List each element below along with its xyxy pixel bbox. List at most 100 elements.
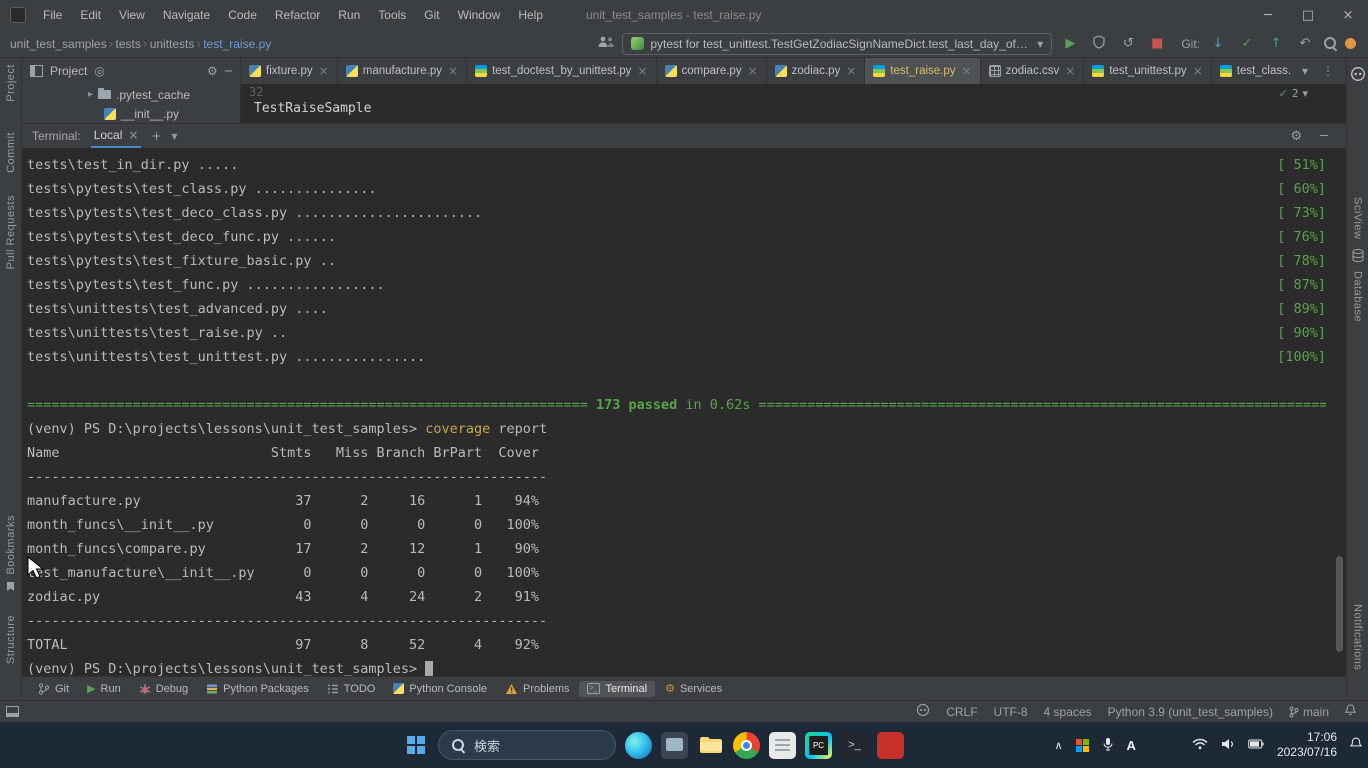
notification-bell-icon[interactable] [1350,737,1362,753]
tool-window-button-python-packages[interactable]: Python Packages [198,681,317,697]
breadcrumb-item[interactable]: test_raise.py [203,37,271,51]
menu-code[interactable]: Code [219,8,266,22]
sidebar-item-database[interactable]: Database [1352,271,1364,322]
microphone-icon[interactable] [1102,737,1114,754]
indent-indicator[interactable]: 4 spaces [1044,705,1092,719]
breadcrumb-item[interactable]: unittests [150,37,195,51]
app-logo-icon[interactable] [10,7,26,23]
tool-window-button-todo[interactable]: TODO [319,681,384,697]
terminal-tab-local[interactable]: Local × [91,124,142,148]
tool-window-button-python-console[interactable]: Python Console [385,681,495,697]
volume-icon[interactable] [1221,738,1235,753]
users-icon[interactable] [597,35,615,52]
search-everywhere-icon[interactable] [1323,36,1338,51]
sidebar-item-notifications[interactable]: Notifications [1352,604,1364,670]
terminal-settings-gear-icon[interactable]: ⚙ [1291,129,1303,144]
new-terminal-session-icon[interactable]: + [151,129,161,143]
stop-button[interactable]: ■ [1146,36,1168,51]
close-tab-icon[interactable]: × [846,64,856,78]
menu-tools[interactable]: Tools [369,8,415,22]
rollback-icon[interactable]: ↶ [1294,36,1316,51]
editor-tab[interactable]: test_doctest_by_unittest.py× [467,58,656,84]
tree-item[interactable]: ▸.pytest_cache [22,85,240,104]
editor-tab[interactable]: test_unittest.py× [1084,58,1211,84]
tool-window-button-git[interactable]: Git [30,681,77,697]
sidebar-item-bookmarks[interactable]: Bookmarks [5,515,17,575]
locate-file-icon[interactable]: ◎ [94,64,104,78]
wifi-icon[interactable] [1192,738,1208,753]
sidebar-item-commit[interactable]: Commit [5,132,17,173]
copilot-status-icon[interactable] [916,703,930,720]
close-tab-icon[interactable]: × [637,64,647,78]
inspection-widget[interactable]: ✓ 2 ▾ [1279,87,1308,100]
minimize-button[interactable]: ─ [1248,0,1288,30]
tray-expand-icon[interactable]: ∧ [1054,739,1062,752]
copilot-icon[interactable] [1350,66,1366,85]
commit-icon[interactable]: ✓ [1236,36,1258,51]
menu-git[interactable]: Git [415,8,448,22]
close-tab-icon[interactable]: × [748,64,758,78]
hide-terminal-icon[interactable]: ─ [1320,129,1328,144]
run-with-coverage-icon[interactable] [1088,35,1110,52]
update-project-icon[interactable]: ↓ [1207,36,1229,51]
terminal-output[interactable]: tests\test_in_dir.py .....[ 51%]tests\py… [22,148,1346,676]
menu-help[interactable]: Help [509,8,552,22]
sidebar-item-structure[interactable]: Structure [5,615,17,664]
tool-window-button-debug[interactable]: Debug [131,681,196,697]
editor-tab[interactable]: compare.py× [657,58,767,84]
tray-clock[interactable]: 17:06 2023/07/16 [1277,730,1337,760]
pycharm-icon[interactable] [805,732,832,759]
terminal-dropdown-icon[interactable]: ▾ [172,129,178,143]
menu-run[interactable]: Run [329,8,369,22]
tool-window-button-terminal[interactable]: Terminal [579,681,655,697]
tabs-dropdown-icon[interactable]: ▾ [1302,64,1308,78]
close-button[interactable]: × [1328,0,1368,30]
line-ending-indicator[interactable]: CRLF [946,705,977,719]
sidebar-item-pull-requests[interactable]: Pull Requests [5,195,17,269]
bell-icon[interactable] [1345,704,1356,719]
menu-navigate[interactable]: Navigate [154,8,219,22]
push-icon[interactable]: ↑ [1265,36,1287,51]
tool-window-button-services[interactable]: ⚙Services [657,680,730,697]
menu-refactor[interactable]: Refactor [266,8,329,22]
virtual-desktop-icon[interactable] [661,732,688,759]
tree-item[interactable]: __init__.py [22,104,240,123]
editor-tab[interactable]: zodiac.csv× [981,58,1085,84]
rerun-icon[interactable]: ↺ [1117,36,1139,51]
notes-app-icon[interactable] [769,732,796,759]
encoding-indicator[interactable]: UTF-8 [994,705,1028,719]
ime-indicator[interactable]: A [1127,738,1136,753]
code-editor[interactable]: 32 TestRaiseSample ✓ 2 ▾ [241,84,1346,123]
menu-file[interactable]: File [34,8,71,22]
editor-tab[interactable]: test_class.py× [1212,58,1290,84]
breadcrumb-item[interactable]: unit_test_samples [10,37,107,51]
editor-tab[interactable]: zodiac.py× [767,58,866,84]
git-branch-widget[interactable]: main [1289,705,1329,719]
sidebar-item-project[interactable]: Project [5,64,17,102]
tool-window-button-problems[interactable]: Problems [497,681,577,697]
editor-tab[interactable]: manufacture.py× [338,58,467,84]
layout-widget-icon[interactable] [6,706,19,717]
menu-window[interactable]: Window [449,8,510,22]
start-button[interactable] [402,732,429,759]
tabs-more-icon[interactable]: ⋮ [1322,64,1334,78]
run-button[interactable]: ▶ [1059,36,1081,51]
breadcrumb-item[interactable]: tests [116,37,141,51]
editor-tab[interactable]: test_raise.py× [865,58,980,84]
close-tab-icon[interactable]: × [962,64,972,78]
windows-terminal-icon[interactable] [841,732,868,759]
chrome-icon[interactable] [733,732,760,759]
close-terminal-tab-icon[interactable]: × [128,128,138,142]
interpreter-indicator[interactable]: Python 3.9 (unit_test_samples) [1108,705,1273,719]
menu-edit[interactable]: Edit [71,8,110,22]
close-tab-icon[interactable]: × [1193,64,1203,78]
taskbar-search[interactable]: 検索 [438,730,616,760]
run-configuration-select[interactable]: pytest for test_unittest.TestGetZodiacSi… [622,33,1052,55]
hide-project-panel-icon[interactable]: ─ [225,64,232,78]
close-tab-icon[interactable]: × [448,64,458,78]
editor-tab[interactable]: fixture.py× [241,58,338,84]
red-app-icon[interactable] [877,732,904,759]
edge-icon[interactable] [625,732,652,759]
sidebar-item-sciview[interactable]: SciView [1352,197,1364,239]
battery-icon[interactable] [1248,738,1264,752]
